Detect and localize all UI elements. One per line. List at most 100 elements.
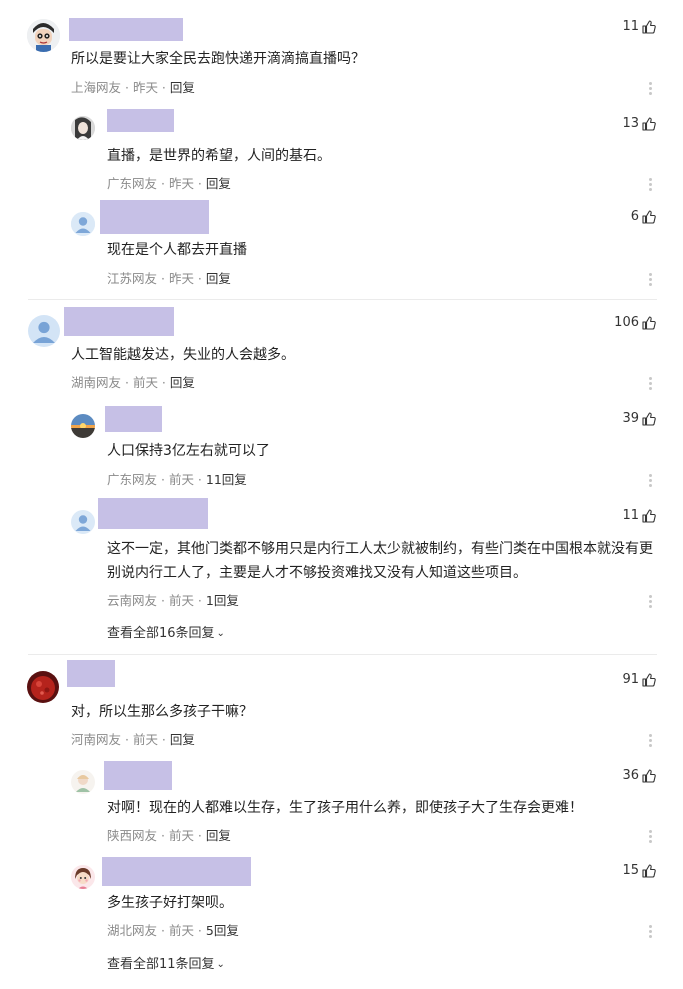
comment-meta: 河南网友 · 前天 · 回复 xyxy=(71,732,195,747)
view-all-label: 查看全部11条回复 xyxy=(107,957,215,972)
like-button[interactable]: 11 xyxy=(622,508,657,524)
comment-meta: 云南网友 · 前天 · 1回复 xyxy=(107,593,239,608)
comment-meta: 江苏网友 · 昨天 · 回复 xyxy=(107,271,231,286)
comment-text: 对啊！现在的人都难以生存，生了孩子用什么养，即使孩子大了生存会更难！ xyxy=(107,800,583,816)
avatar[interactable] xyxy=(71,212,95,236)
like-button[interactable]: 39 xyxy=(622,411,657,427)
location: 江苏网友 xyxy=(107,271,158,286)
username[interactable] xyxy=(64,307,174,336)
thumbs-up-icon xyxy=(642,509,656,523)
time: 前天 xyxy=(168,472,194,487)
comment-text: 所以是要让大家全民去跑快递开滴滴搞直播吗？ xyxy=(71,51,365,67)
like-button[interactable]: 13 xyxy=(622,116,657,132)
comment-meta: 湖北网友 · 前天 · 5回复 xyxy=(107,923,239,938)
more-vertical-icon[interactable] xyxy=(649,474,653,489)
username[interactable] xyxy=(67,660,115,687)
like-count: 36 xyxy=(622,768,639,783)
like-count: 11 xyxy=(622,19,639,34)
username[interactable] xyxy=(104,761,172,790)
like-button[interactable]: 106 xyxy=(614,315,657,331)
avatar[interactable] xyxy=(71,865,95,889)
comment-meta: 陕西网友 · 前天 · 回复 xyxy=(107,828,231,843)
time: 前天 xyxy=(132,732,158,747)
thumbs-up-icon xyxy=(642,864,656,878)
reply-button[interactable]: 回复 xyxy=(206,271,231,286)
like-button[interactable]: 15 xyxy=(622,863,657,879)
time: 前天 xyxy=(168,828,194,843)
location: 湖北网友 xyxy=(107,923,158,938)
username[interactable] xyxy=(102,857,251,886)
reply-button[interactable]: 回复 xyxy=(170,375,195,390)
thumbs-up-icon xyxy=(642,20,656,34)
time: 昨天 xyxy=(132,80,158,95)
location: 云南网友 xyxy=(107,593,158,608)
more-vertical-icon[interactable] xyxy=(649,925,653,940)
thumbs-up-icon xyxy=(642,412,656,426)
location: 上海网友 xyxy=(71,80,122,95)
thumbs-up-icon xyxy=(642,769,656,783)
more-vertical-icon[interactable] xyxy=(649,377,653,392)
username[interactable] xyxy=(100,200,209,234)
avatar[interactable] xyxy=(27,671,59,703)
more-vertical-icon[interactable] xyxy=(649,734,653,749)
illustration-avatar-icon xyxy=(71,770,95,794)
like-button[interactable]: 6 xyxy=(631,209,657,225)
comment-meta: 上海网友 · 昨天 · 回复 xyxy=(71,80,195,95)
comment-meta: 湖南网友 · 前天 · 回复 xyxy=(71,375,195,390)
cartoon-face-icon xyxy=(27,19,60,52)
thumbs-up-icon xyxy=(642,210,656,224)
avatar[interactable] xyxy=(28,315,60,347)
reply-button[interactable]: 回复 xyxy=(206,828,231,843)
reply-button[interactable]: 5回复 xyxy=(206,923,239,938)
reply-button[interactable]: 回复 xyxy=(170,80,195,95)
comment-text: 多生孩子好打架呗。 xyxy=(107,895,233,911)
like-count: 6 xyxy=(630,209,639,224)
avatar[interactable] xyxy=(71,116,95,140)
like-button[interactable]: 11 xyxy=(622,19,657,35)
like-count: 15 xyxy=(622,863,639,878)
more-vertical-icon[interactable] xyxy=(649,178,653,193)
reply-button[interactable]: 1回复 xyxy=(206,593,239,608)
thumbs-up-icon xyxy=(642,673,656,687)
more-vertical-icon[interactable] xyxy=(649,273,653,288)
default-user-icon xyxy=(28,315,60,347)
comment-text: 人口保持3亿左右就可以了 xyxy=(107,443,270,459)
avatar[interactable] xyxy=(71,414,95,438)
like-count: 39 xyxy=(622,411,639,426)
location: 河南网友 xyxy=(71,732,122,747)
comment-text: 直播，是世界的希望，人间的基石。 xyxy=(107,148,331,164)
more-vertical-icon[interactable] xyxy=(649,830,653,845)
avatar[interactable] xyxy=(71,770,95,794)
reply-button[interactable]: 11回复 xyxy=(206,472,247,487)
username[interactable] xyxy=(69,18,183,41)
time: 昨天 xyxy=(168,176,194,191)
comment-text: 现在是个人都去开直播 xyxy=(107,242,247,258)
like-button[interactable]: 36 xyxy=(622,768,657,784)
username[interactable] xyxy=(107,109,174,132)
like-count: 11 xyxy=(622,508,639,523)
more-vertical-icon[interactable] xyxy=(649,82,653,97)
view-all-replies-link[interactable]: 查看全部16条回复 ⌄ xyxy=(107,626,225,643)
time: 前天 xyxy=(132,375,158,390)
like-count: 106 xyxy=(614,315,639,330)
username[interactable] xyxy=(98,498,208,529)
comment-meta: 广东网友 · 昨天 · 回复 xyxy=(107,176,231,191)
username[interactable] xyxy=(105,406,162,432)
time: 昨天 xyxy=(168,271,194,286)
comment-meta: 广东网友 · 前天 · 11回复 xyxy=(107,472,247,487)
default-user-icon xyxy=(71,510,95,534)
avatar[interactable] xyxy=(27,19,60,52)
time: 前天 xyxy=(168,923,194,938)
reply-button[interactable]: 回复 xyxy=(170,732,195,747)
avatar[interactable] xyxy=(71,510,95,534)
divider xyxy=(28,654,657,655)
like-count: 91 xyxy=(622,672,639,687)
comment-text: 人工智能越发达，失业的人会越多。 xyxy=(71,347,295,363)
more-vertical-icon[interactable] xyxy=(649,595,653,610)
location: 陕西网友 xyxy=(107,828,158,843)
reply-button[interactable]: 回复 xyxy=(206,176,231,191)
view-all-replies-link[interactable]: 查看全部11条回复 ⌄ xyxy=(107,957,225,974)
location: 湖南网友 xyxy=(71,375,122,390)
like-button[interactable]: 91 xyxy=(622,672,657,688)
divider xyxy=(28,299,657,300)
